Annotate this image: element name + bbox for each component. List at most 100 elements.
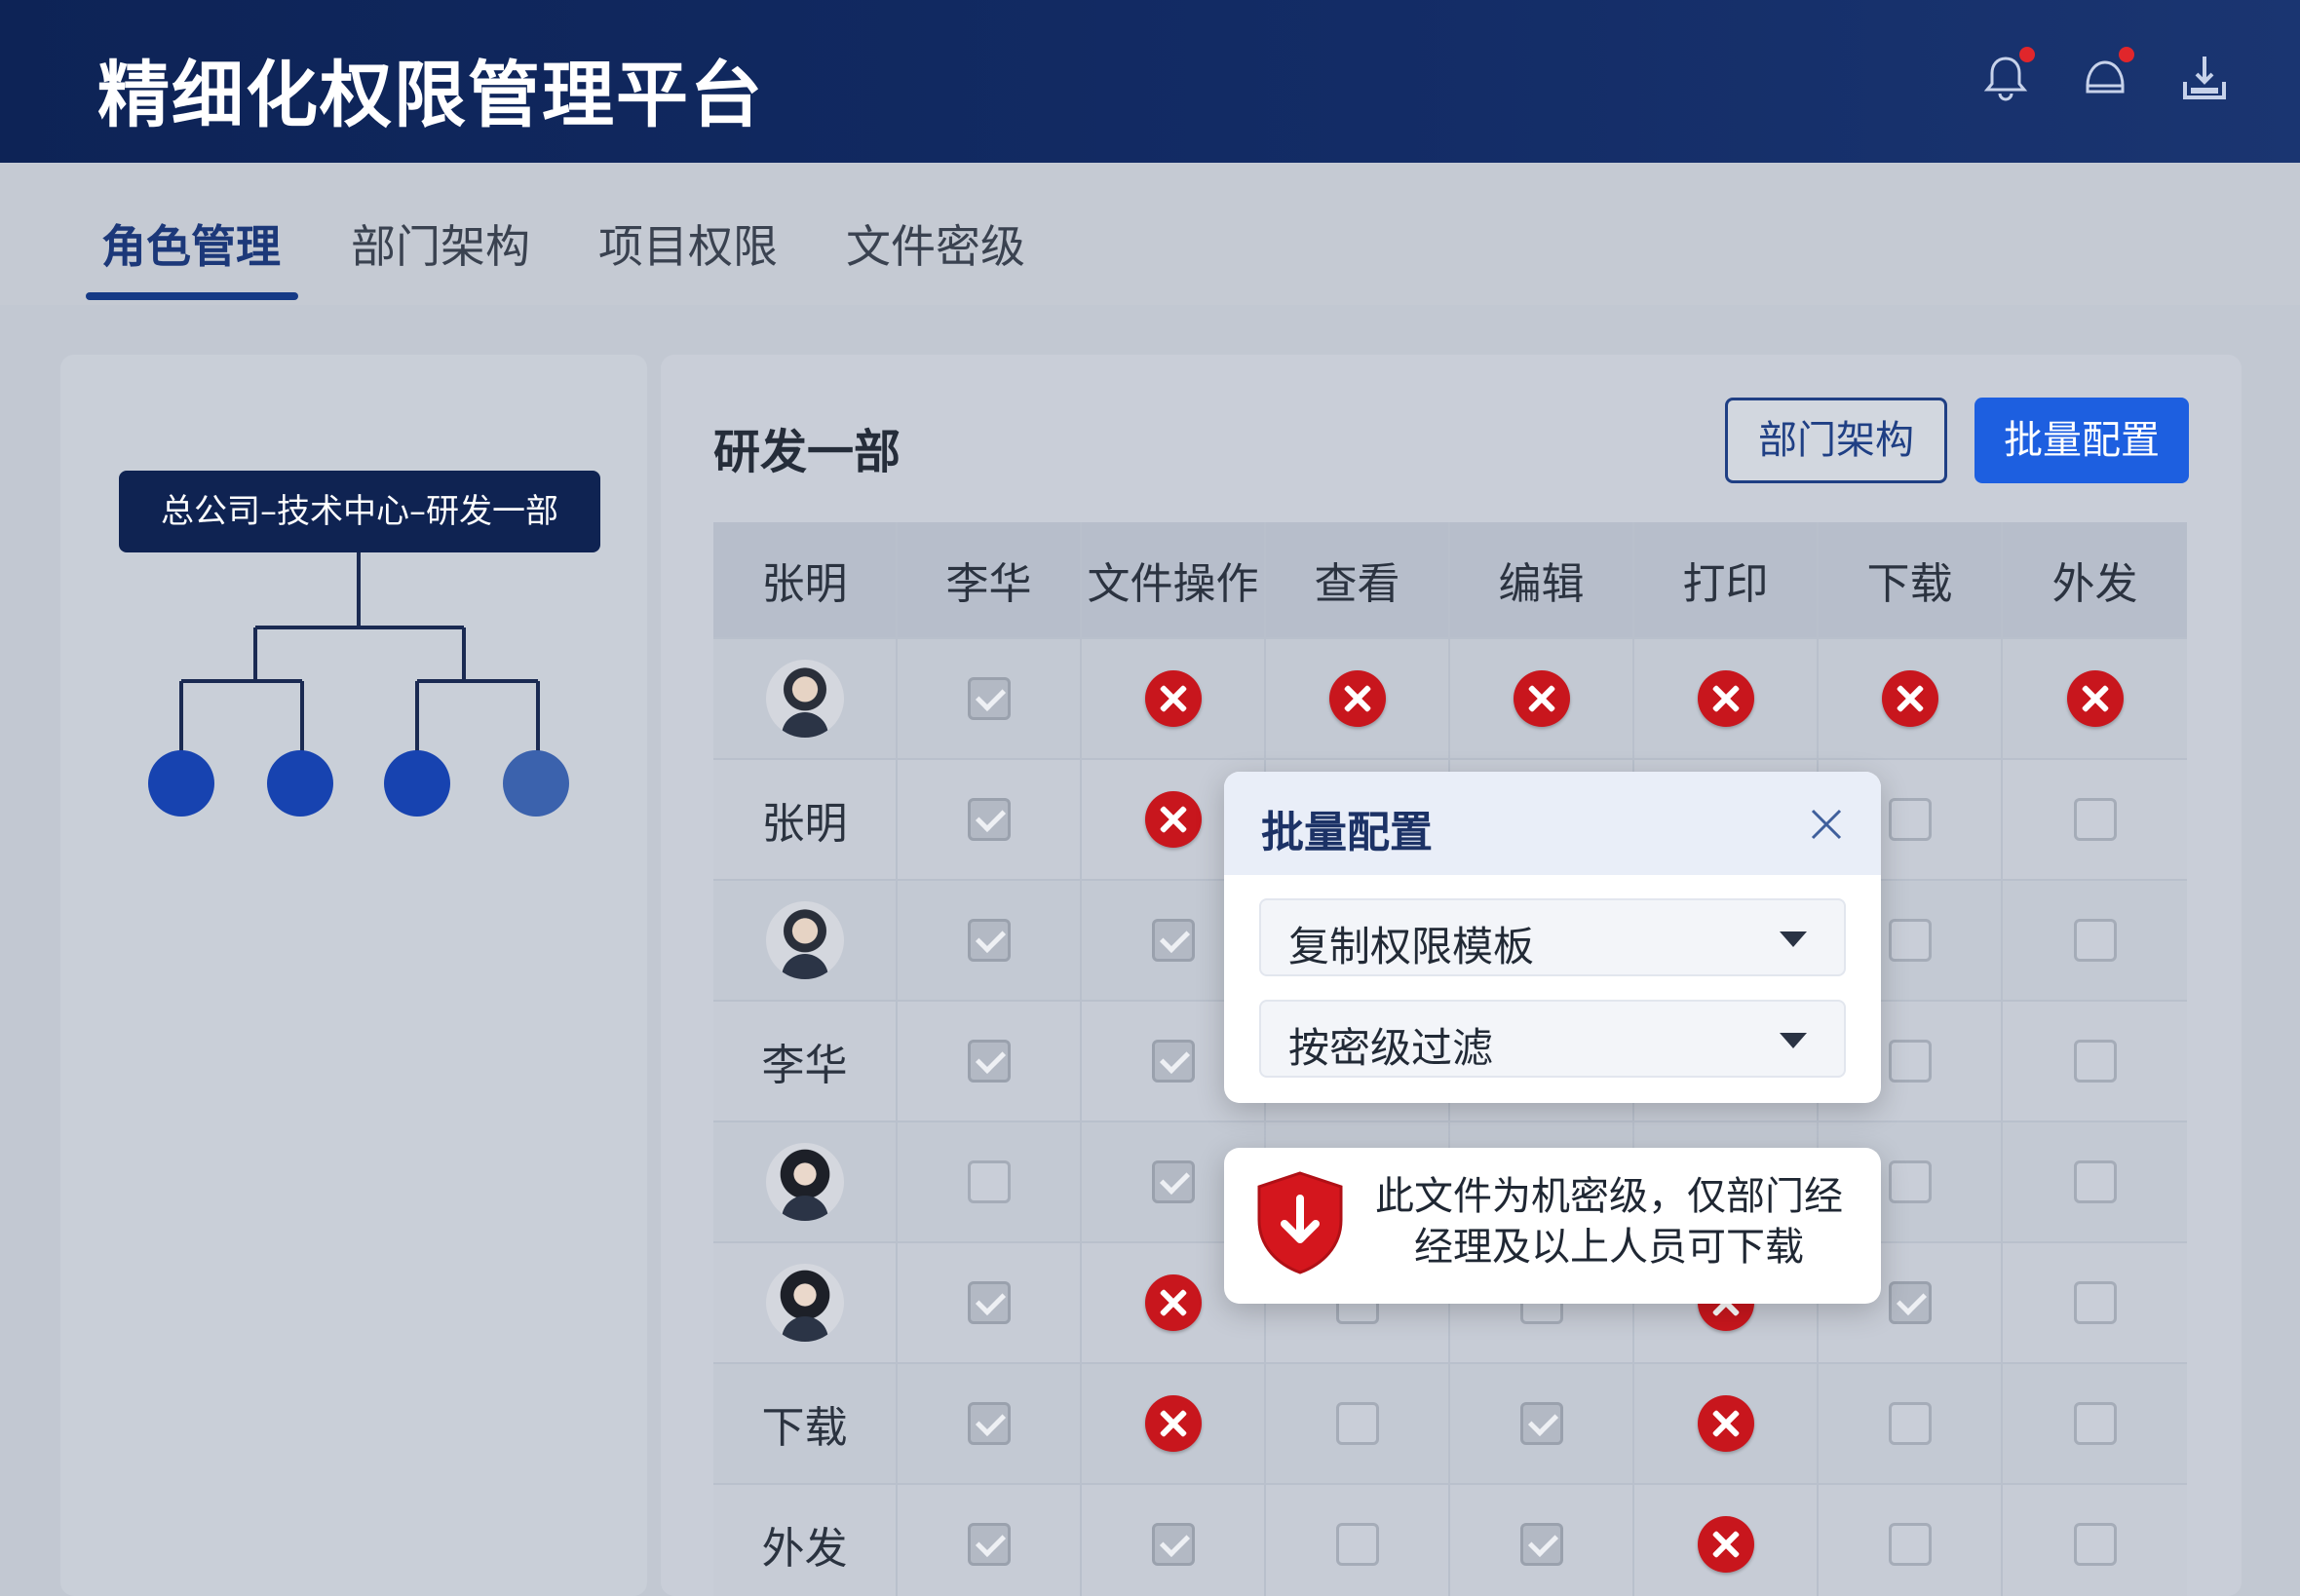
unchecked-checkbox[interactable]	[2073, 919, 2117, 962]
checked-checkbox[interactable]	[1888, 1281, 1932, 1324]
checked-checkbox[interactable]	[1151, 919, 1195, 962]
org-node[interactable]	[384, 750, 450, 817]
permission-cell	[898, 1002, 1082, 1121]
unchecked-checkbox[interactable]	[2073, 1160, 2117, 1203]
checked-checkbox[interactable]	[967, 919, 1011, 962]
permission-cell	[898, 1243, 1082, 1362]
unchecked-checkbox[interactable]	[2073, 798, 2117, 841]
permission-cell	[1634, 1485, 1819, 1596]
download-icon[interactable]	[2177, 51, 2232, 105]
department-structure-button[interactable]: 部门架构	[1725, 398, 1947, 483]
unchecked-checkbox[interactable]	[967, 1160, 1011, 1203]
dialog-title: 批量配置	[1261, 808, 1433, 857]
dialog-header: 批量配置	[1224, 772, 1881, 875]
unchecked-checkbox[interactable]	[2073, 1040, 2117, 1083]
checked-checkbox[interactable]	[967, 1523, 1011, 1566]
column-header: 编辑	[1450, 522, 1634, 637]
permission-cell	[1266, 1364, 1450, 1483]
checked-checkbox[interactable]	[1151, 1160, 1195, 1203]
denied-x-icon[interactable]	[1697, 1516, 1754, 1573]
permission-cell	[1634, 1364, 1819, 1483]
denied-x-icon[interactable]	[1144, 791, 1202, 848]
column-header: 打印	[1634, 522, 1819, 637]
unchecked-checkbox[interactable]	[1335, 1402, 1379, 1445]
classification-filter-select[interactable]: 按密级过滤	[1259, 1000, 1846, 1078]
row-label-cell	[713, 1122, 898, 1241]
checked-checkbox[interactable]	[967, 1281, 1011, 1324]
unchecked-checkbox[interactable]	[2073, 1523, 2117, 1566]
checked-checkbox[interactable]	[967, 1040, 1011, 1083]
permission-cell	[2003, 1243, 2187, 1362]
denied-x-icon[interactable]	[1513, 670, 1570, 727]
unchecked-checkbox[interactable]	[1888, 1040, 1932, 1083]
batch-config-dialog: 批量配置 复制权限模板 按密级过滤	[1224, 772, 1881, 1103]
permission-cell	[898, 760, 1082, 879]
column-header: 外发	[2051, 559, 2138, 609]
tab-project-permissions[interactable]: 项目权限	[598, 211, 778, 276]
alert-line: 此文件为机密级，仅部门经	[1375, 1174, 1843, 1219]
denied-x-icon[interactable]	[1144, 1274, 1202, 1331]
tab-bar: 角色管理 部门架构 项目权限 文件密级	[0, 163, 2300, 305]
permission-cell	[2003, 1485, 2187, 1596]
avatar[interactable]	[765, 1143, 844, 1221]
tab-file-classification[interactable]: 文件密级	[846, 211, 1025, 276]
org-node[interactable]	[503, 750, 569, 817]
column-header: 下载	[1819, 522, 2003, 637]
grid-header-row: 张明 李华 文件操作 查看 编辑 打印 下载 外发	[713, 522, 2187, 637]
row-label-cell: 外发	[713, 1485, 898, 1596]
chat-icon[interactable]	[2078, 47, 2134, 105]
alert-line: 经理及以上人员可下载	[1414, 1225, 1804, 1270]
checked-checkbox[interactable]	[1151, 1523, 1195, 1566]
org-node[interactable]	[148, 750, 214, 817]
checked-checkbox[interactable]	[1151, 1040, 1195, 1083]
permission-cell	[898, 639, 1082, 758]
tab-role-management[interactable]: 角色管理	[101, 211, 281, 276]
org-node[interactable]	[267, 750, 333, 817]
unchecked-checkbox[interactable]	[1888, 1402, 1932, 1445]
denied-x-icon[interactable]	[1697, 1395, 1754, 1452]
close-icon[interactable]	[1807, 805, 1846, 844]
tab-department-structure[interactable]: 部门架构	[351, 211, 530, 276]
alert-message: 此文件为机密级，仅部门经 经理及以上人员可下载	[1361, 1171, 1858, 1273]
permission-cell	[2003, 760, 2187, 879]
avatar[interactable]	[765, 1264, 844, 1342]
row-label-cell: 下载	[713, 1364, 898, 1483]
unchecked-checkbox[interactable]	[1888, 1160, 1932, 1203]
denied-x-icon[interactable]	[1144, 670, 1202, 727]
unchecked-checkbox[interactable]	[1888, 798, 1932, 841]
checked-checkbox[interactable]	[1519, 1523, 1563, 1566]
checked-checkbox[interactable]	[967, 677, 1011, 720]
permission-cell	[1266, 1485, 1450, 1596]
denied-x-icon[interactable]	[1881, 670, 1938, 727]
permission-cell	[1450, 639, 1634, 758]
checked-checkbox[interactable]	[1519, 1402, 1563, 1445]
unchecked-checkbox[interactable]	[1888, 1523, 1932, 1566]
denied-x-icon[interactable]	[1697, 670, 1754, 727]
row-label: 张明	[761, 799, 848, 849]
permission-cell	[898, 1485, 1082, 1596]
batch-config-button[interactable]: 批量配置	[1974, 398, 2189, 483]
org-tree-diagram	[148, 552, 569, 817]
permission-cell	[1819, 1485, 2003, 1596]
denied-x-icon[interactable]	[2066, 670, 2124, 727]
denied-x-icon[interactable]	[1328, 670, 1386, 727]
unchecked-checkbox[interactable]	[2073, 1281, 2117, 1324]
unchecked-checkbox[interactable]	[1335, 1523, 1379, 1566]
permission-cell	[1082, 1485, 1266, 1596]
active-tab-indicator	[86, 292, 298, 300]
unchecked-checkbox[interactable]	[1888, 919, 1932, 962]
denied-x-icon[interactable]	[1144, 1395, 1202, 1452]
row-label-cell: 李华	[713, 1002, 898, 1121]
permission-cell	[898, 1122, 1082, 1241]
row-label-cell	[713, 881, 898, 1000]
checked-checkbox[interactable]	[967, 1402, 1011, 1445]
unchecked-checkbox[interactable]	[2073, 1402, 2117, 1445]
copy-template-select[interactable]: 复制权限模板	[1259, 898, 1846, 976]
column-header: 查看	[1266, 522, 1450, 637]
avatar[interactable]	[765, 660, 844, 738]
checked-checkbox[interactable]	[967, 798, 1011, 841]
bell-icon[interactable]	[1978, 47, 2035, 105]
avatar[interactable]	[765, 901, 844, 979]
top-header: 精细化权限管理平台	[0, 0, 2300, 163]
permission-cell	[1450, 1485, 1634, 1596]
